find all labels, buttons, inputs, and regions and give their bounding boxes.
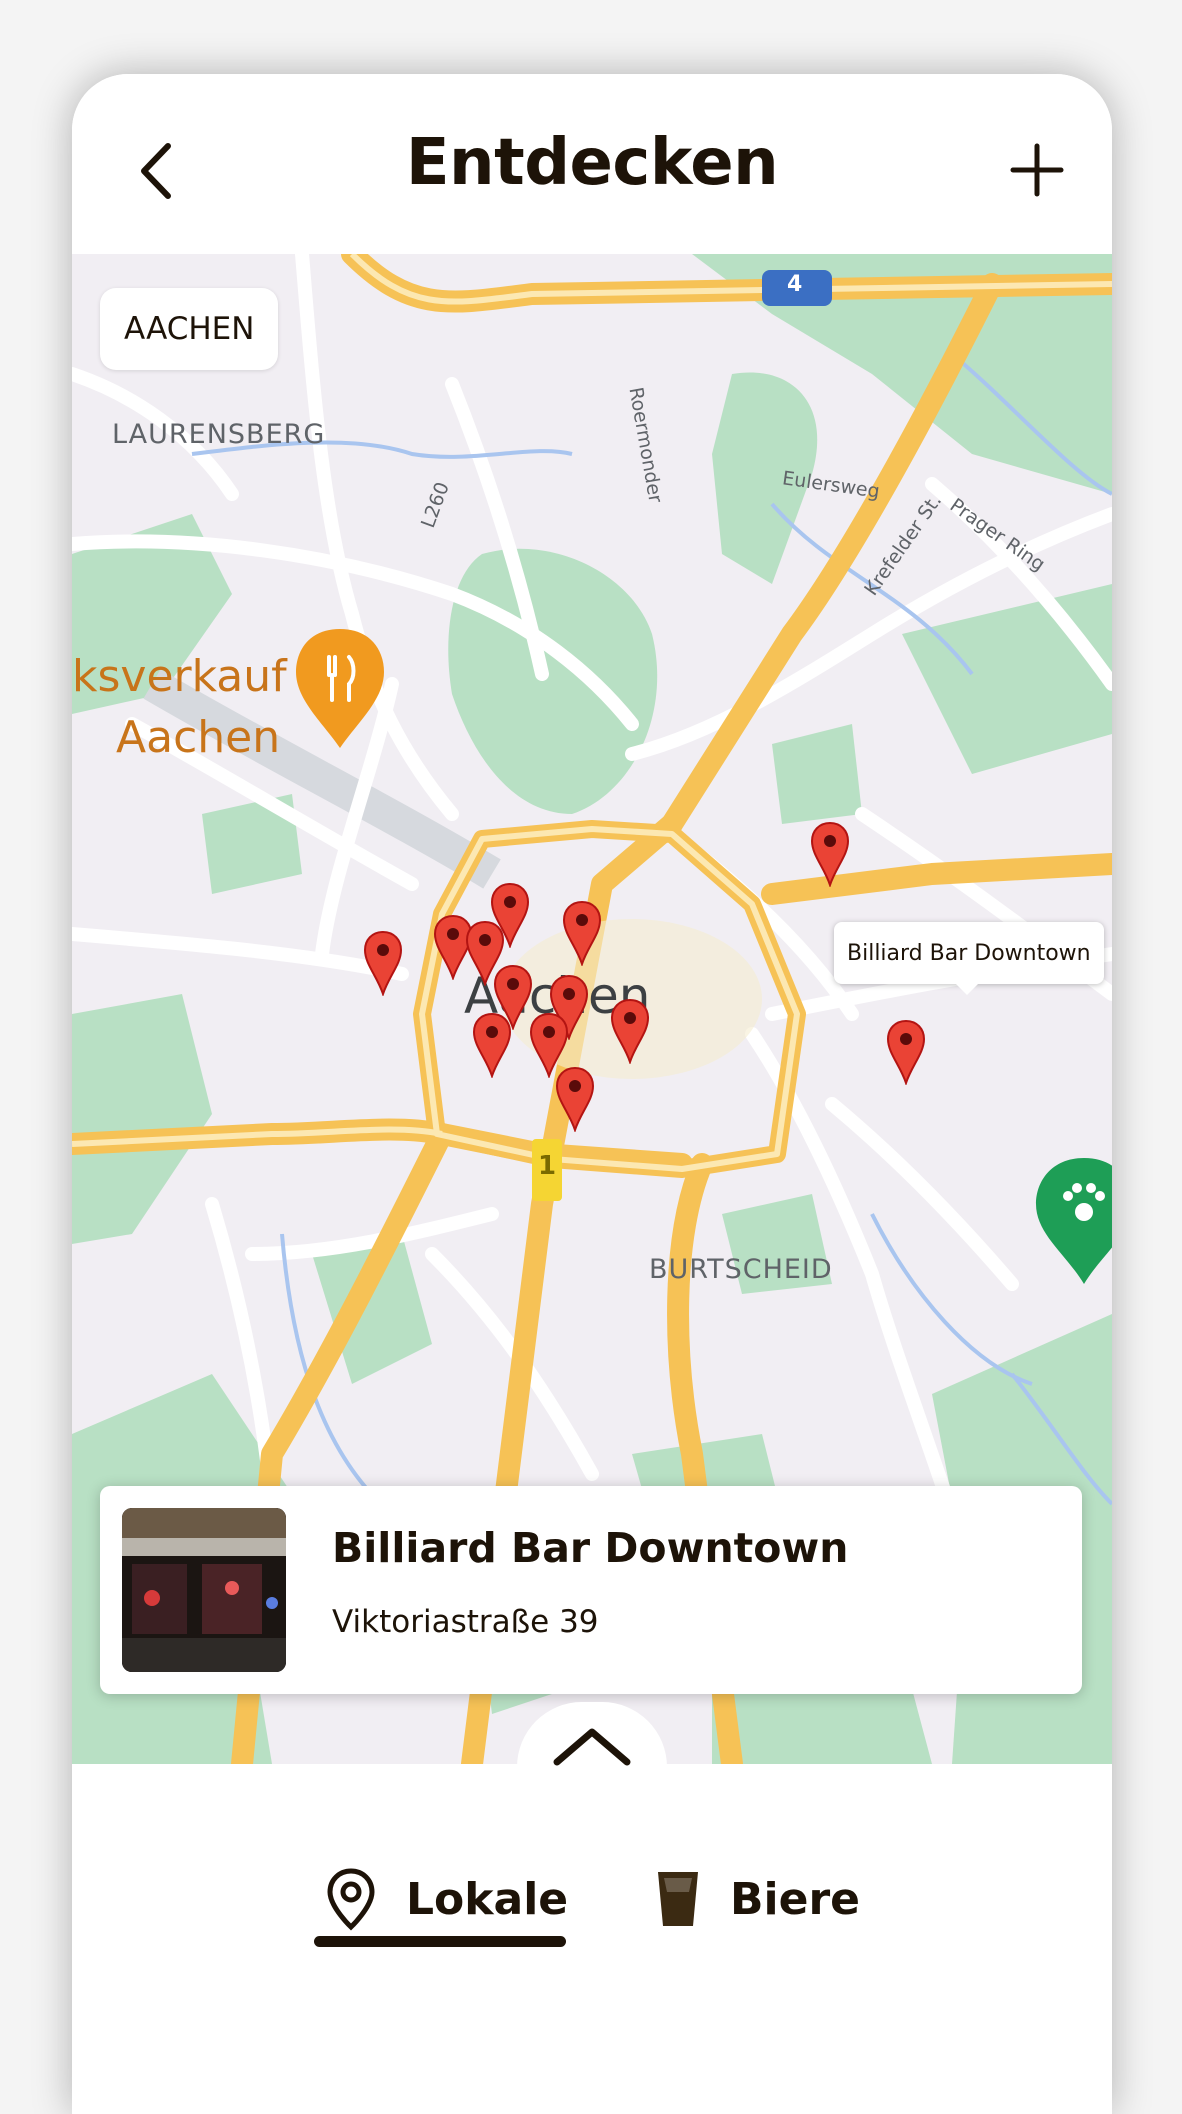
chevron-up-icon: [553, 1728, 631, 1766]
paw-icon: [1036, 1158, 1112, 1284]
plus-icon: [1010, 143, 1064, 197]
road-number: 1: [538, 1151, 557, 1181]
add-button[interactable]: [1002, 134, 1072, 204]
map-pin-icon[interactable]: [562, 900, 602, 968]
bar-photo: [122, 1508, 286, 1672]
expand-sheet-button[interactable]: [517, 1702, 667, 1832]
venue-name: Billiard Bar Downtown: [332, 1524, 849, 1572]
motorway-number: 4: [787, 272, 803, 297]
map-pin-icon[interactable]: [810, 821, 850, 889]
district-label: BURTSCHEID: [649, 1254, 833, 1285]
poi-label: ksverkauf: [72, 651, 287, 702]
map-pin-icon[interactable]: [472, 1012, 512, 1080]
tab-label: Biere: [730, 1873, 861, 1925]
map-pin-icon[interactable]: [610, 998, 650, 1066]
venue-card[interactable]: Billiard Bar Downtown Viktoriastraße 39: [100, 1486, 1082, 1694]
fork-knife-icon: [296, 629, 384, 748]
tooltip-tail: [954, 982, 980, 995]
tab-label: Lokale: [406, 1873, 569, 1925]
page-title: Entdecken: [405, 126, 779, 200]
tab-lokale[interactable]: Lokale: [326, 1854, 568, 1944]
poi-label: Aachen: [116, 712, 281, 763]
district-label: LAURENSBERG: [112, 419, 326, 450]
header: Entdecken: [72, 74, 1112, 254]
active-tab-indicator: [314, 1936, 566, 1947]
beer-glass-icon: [658, 1872, 698, 1926]
app-window: Entdecken LAURENSBERG BURTSCHEID ksverka…: [72, 74, 1112, 2114]
map-pin-icon[interactable]: [886, 1019, 926, 1087]
venue-photo: [122, 1508, 286, 1672]
selected-pin-tooltip[interactable]: Billiard Bar Downtown: [834, 922, 1104, 984]
map-pin-icon[interactable]: [363, 930, 403, 998]
city-selector[interactable]: AACHEN: [100, 288, 279, 370]
venue-address: Viktoriastraße 39: [332, 1604, 599, 1640]
tab-biere[interactable]: Biere: [656, 1854, 860, 1944]
map-pin-icon[interactable]: [555, 1066, 595, 1134]
location-pin-icon: [327, 1868, 375, 1931]
